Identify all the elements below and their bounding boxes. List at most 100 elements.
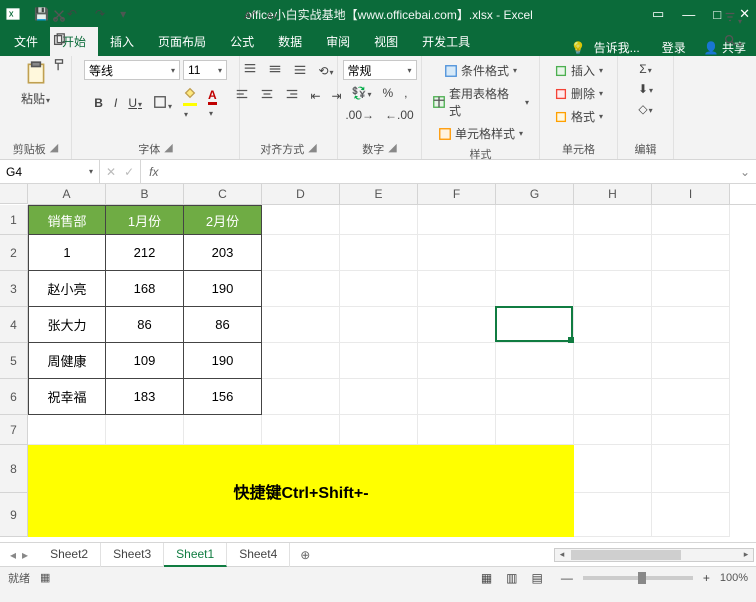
cell-I1[interactable]	[652, 205, 730, 235]
row-header-6[interactable]: 6	[0, 379, 28, 415]
macro-record-icon[interactable]: ▦	[40, 571, 50, 584]
number-launcher[interactable]: ◢	[388, 141, 396, 157]
align-center-button[interactable]	[256, 85, 278, 106]
shrink-font-button[interactable]: A˅	[263, 9, 282, 23]
font-size-select[interactable]: 11▾	[183, 60, 227, 80]
cell-H4[interactable]	[574, 307, 652, 343]
formula-input[interactable]	[166, 160, 733, 183]
italic-button[interactable]: I	[110, 94, 121, 112]
align-top-button[interactable]	[239, 60, 261, 81]
cell-C7[interactable]	[184, 415, 262, 445]
cell-E2[interactable]	[340, 235, 418, 271]
clipboard-launcher[interactable]: ◢	[50, 141, 58, 157]
cell-I4[interactable]	[652, 307, 730, 343]
cell-E7[interactable]	[340, 415, 418, 445]
cell-F3[interactable]	[418, 271, 496, 307]
zoom-slider[interactable]	[583, 576, 693, 580]
cell-I7[interactable]	[652, 415, 730, 445]
border-button[interactable]: ▾	[149, 93, 176, 114]
decimal-inc-button[interactable]: .00→	[341, 106, 378, 124]
table-cell[interactable]: 156	[184, 379, 262, 415]
format-cells-button[interactable]: 格式▾	[550, 106, 607, 127]
col-header-I[interactable]: I	[652, 184, 730, 204]
decimal-dec-button[interactable]: ←.00	[381, 106, 418, 124]
cell-F5[interactable]	[418, 343, 496, 379]
cell-H5[interactable]	[574, 343, 652, 379]
col-header-G[interactable]: G	[496, 184, 574, 204]
paste-button[interactable]: 粘贴▾	[17, 88, 54, 109]
row-header-7[interactable]: 7	[0, 415, 28, 445]
sheet-tab-Sheet3[interactable]: Sheet3	[101, 543, 164, 567]
cell-F1[interactable]	[418, 205, 496, 235]
orientation-button[interactable]: ⟲▾	[314, 62, 337, 80]
cell-E5[interactable]	[340, 343, 418, 379]
cell-D3[interactable]	[262, 271, 340, 307]
cell-G4[interactable]	[496, 307, 574, 343]
view-pagebreak-button[interactable]: ▤	[528, 569, 547, 587]
sheet-tab-Sheet4[interactable]: Sheet4	[227, 543, 290, 567]
col-header-C[interactable]: C	[184, 184, 262, 204]
align-middle-button[interactable]	[264, 60, 286, 81]
table-cell[interactable]: 190	[184, 271, 262, 307]
cell-E1[interactable]	[340, 205, 418, 235]
table-cell[interactable]: 赵小亮	[28, 271, 106, 307]
table-cell[interactable]: 183	[106, 379, 184, 415]
login-link[interactable]: 登录	[662, 39, 686, 56]
align-left-button[interactable]	[231, 85, 253, 106]
bold-button[interactable]: B	[90, 94, 107, 112]
minimize-button[interactable]: —	[682, 7, 695, 22]
hscroll-right[interactable]: ▸	[739, 549, 753, 560]
cell-F7[interactable]	[418, 415, 496, 445]
col-header-E[interactable]: E	[340, 184, 418, 204]
grow-font-button[interactable]: A^	[240, 8, 261, 24]
cell-E6[interactable]	[340, 379, 418, 415]
comma-button[interactable]: ,	[400, 84, 411, 102]
cell-A7[interactable]	[28, 415, 106, 445]
row-header-4[interactable]: 4	[0, 307, 28, 343]
tell-me[interactable]: 告诉我...	[594, 39, 640, 56]
sheet-nav-first[interactable]: ◂	[10, 548, 16, 562]
cell-D5[interactable]	[262, 343, 340, 379]
table-cell[interactable]: 86	[184, 307, 262, 343]
table-cell[interactable]: 1	[28, 235, 106, 271]
table-cell[interactable]: 销售部	[28, 205, 106, 235]
cell-H3[interactable]	[574, 271, 652, 307]
cell-I6[interactable]	[652, 379, 730, 415]
currency-button[interactable]: 💱▾	[348, 84, 376, 102]
hscroll-left[interactable]: ◂	[555, 549, 569, 560]
cell-I3[interactable]	[652, 271, 730, 307]
row-header-2[interactable]: 2	[0, 235, 28, 271]
sheet-tab-Sheet1[interactable]: Sheet1	[164, 543, 227, 567]
delete-cells-button[interactable]: 删除▾	[550, 83, 607, 104]
table-cell[interactable]: 86	[106, 307, 184, 343]
zoom-out-button[interactable]: —	[557, 569, 577, 587]
cell-G6[interactable]	[496, 379, 574, 415]
col-header-B[interactable]: B	[106, 184, 184, 204]
qat-redo[interactable]: ↷	[91, 5, 109, 23]
cell-I8[interactable]	[652, 445, 730, 493]
cell-F4[interactable]	[418, 307, 496, 343]
underline-button[interactable]: U▾	[124, 94, 146, 112]
row-header-5[interactable]: 5	[0, 343, 28, 379]
table-format-button[interactable]: 套用表格格式▾	[428, 83, 533, 121]
view-normal-button[interactable]: ▦	[477, 569, 496, 587]
cell-B7[interactable]	[106, 415, 184, 445]
cell-H2[interactable]	[574, 235, 652, 271]
autosum-button[interactable]: Σ▾	[635, 60, 655, 78]
worksheet-grid[interactable]: ABCDEFGHI 123456789销售部1月份2月份1212203赵小亮16…	[0, 184, 756, 542]
number-format-select[interactable]: 常规▾	[343, 60, 417, 80]
name-box[interactable]: G4▾	[0, 160, 100, 183]
cell-D6[interactable]	[262, 379, 340, 415]
tab-review[interactable]: 审阅	[314, 27, 362, 56]
insert-cells-button[interactable]: 插入▾	[550, 60, 607, 81]
ribbon-options-icon[interactable]: ▭	[652, 6, 664, 22]
cell-F6[interactable]	[418, 379, 496, 415]
align-bottom-button[interactable]	[289, 60, 311, 81]
row-header-8[interactable]: 8	[0, 445, 28, 493]
cut-button[interactable]	[48, 6, 70, 27]
select-all-corner[interactable]	[0, 184, 28, 204]
row-header-3[interactable]: 3	[0, 271, 28, 307]
zoom-level[interactable]: 100%	[720, 572, 748, 584]
percent-button[interactable]: %	[378, 84, 397, 102]
cell-H6[interactable]	[574, 379, 652, 415]
